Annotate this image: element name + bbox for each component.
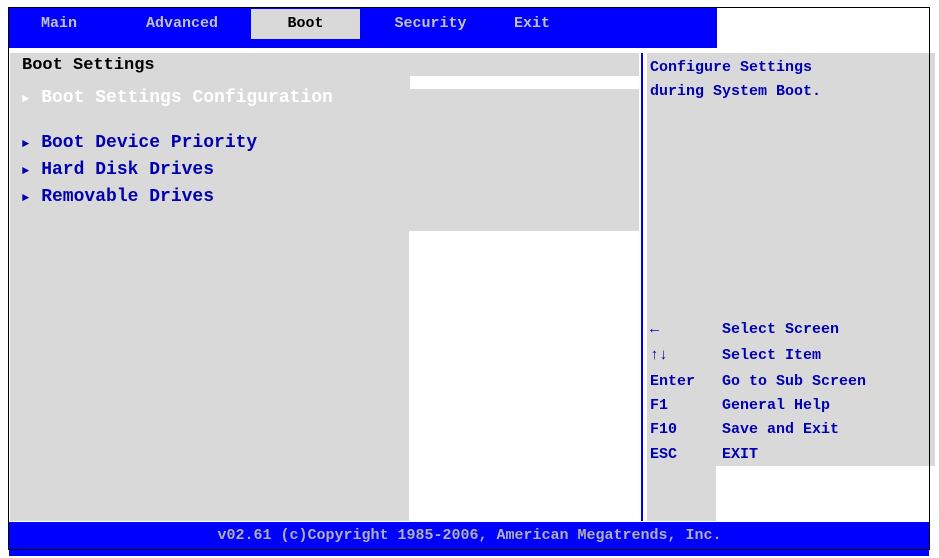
- screen-frame: [8, 7, 930, 550]
